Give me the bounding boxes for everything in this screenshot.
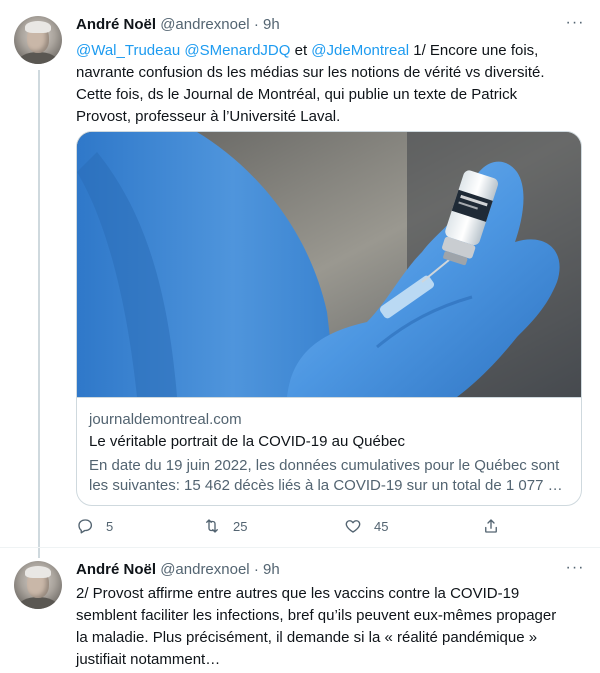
card-description-line: les suivantes: 15 462 décès liés à la CO…	[89, 477, 563, 494]
avatar[interactable]	[14, 561, 62, 609]
text-line: Cette fois, ds le Journal de Montréal, q…	[76, 86, 518, 103]
tweet-text: 2/ Provost affirme entre autres que les …	[76, 583, 586, 671]
tweet-time[interactable]: 9h	[263, 561, 280, 578]
more-icon[interactable]: ···	[564, 15, 586, 36]
card-domain: journaldemontreal.com	[89, 411, 242, 428]
like-icon	[345, 520, 361, 533]
text-line: Provost, professeur à l’Université Laval…	[76, 108, 341, 125]
text-segment: 1/ Encore une fois,	[413, 42, 539, 59]
tweet-time[interactable]: 9h	[263, 16, 280, 33]
retweet-button[interactable]: 25	[203, 515, 247, 537]
mention-link[interactable]: @Wal_Trudeau	[76, 42, 180, 59]
like-button[interactable]: 45	[344, 515, 388, 537]
author-name[interactable]: André Noël	[76, 561, 156, 578]
text-line: semblent faciliter les infections, bref …	[76, 607, 557, 624]
tweet-header: André Noël @andrexnoel · 9h	[76, 560, 280, 580]
reply-icon	[78, 519, 93, 534]
card-description: En date du 19 juin 2022, les données cum…	[89, 456, 573, 496]
tweet[interactable]: André Noël @andrexnoel · 9h ··· 2/ Provo…	[0, 548, 600, 673]
avatar[interactable]	[14, 16, 62, 64]
card-title: Le véritable portrait de la COVID-19 au …	[89, 433, 406, 450]
vaccine-photo	[77, 132, 581, 397]
like-count: 45	[374, 518, 389, 534]
mention-link[interactable]: @SMenardJDQ	[184, 42, 290, 59]
share-icon	[485, 519, 497, 533]
tweet[interactable]: André Noël @andrexnoel · 9h ··· @Wal_Tru…	[0, 0, 600, 548]
tweet-text: @Wal_Trudeau @SMenardJDQ et @JdeMontreal…	[76, 40, 586, 128]
reply-count: 5	[106, 518, 114, 534]
tweet-actions: 5 25 45	[76, 515, 506, 537]
author-handle[interactable]: @andrexnoel	[160, 561, 249, 578]
share-button[interactable]	[482, 515, 500, 537]
card-image-vaccine-vial	[77, 132, 581, 397]
tweet-header: André Noël @andrexnoel · 9h	[76, 15, 280, 35]
text-line: 2/ Provost affirme entre autres que les …	[76, 585, 520, 602]
reply-button[interactable]: 5	[76, 515, 113, 537]
retweet-count: 25	[233, 518, 248, 534]
text-line: la maladie. Plus précisément, il demande…	[76, 629, 538, 646]
retweet-icon	[206, 519, 218, 533]
card-meta: journaldemontreal.com Le véritable portr…	[77, 397, 581, 505]
author-name[interactable]: André Noël	[76, 16, 156, 33]
mention-link[interactable]: @JdeMontreal	[311, 42, 409, 59]
link-card[interactable]: journaldemontreal.com Le véritable portr…	[76, 131, 582, 506]
header-separator: ·	[253, 16, 259, 33]
more-icon[interactable]: ···	[564, 560, 586, 581]
header-separator: ·	[253, 561, 259, 578]
card-description-line: En date du 19 juin 2022, les données cum…	[89, 457, 560, 474]
text-line: justifiait notamment…	[76, 651, 221, 668]
author-handle[interactable]: @andrexnoel	[160, 16, 249, 33]
text-connector: et	[294, 42, 308, 59]
text-line: navrante confusion ds les médias sur les…	[76, 64, 545, 81]
